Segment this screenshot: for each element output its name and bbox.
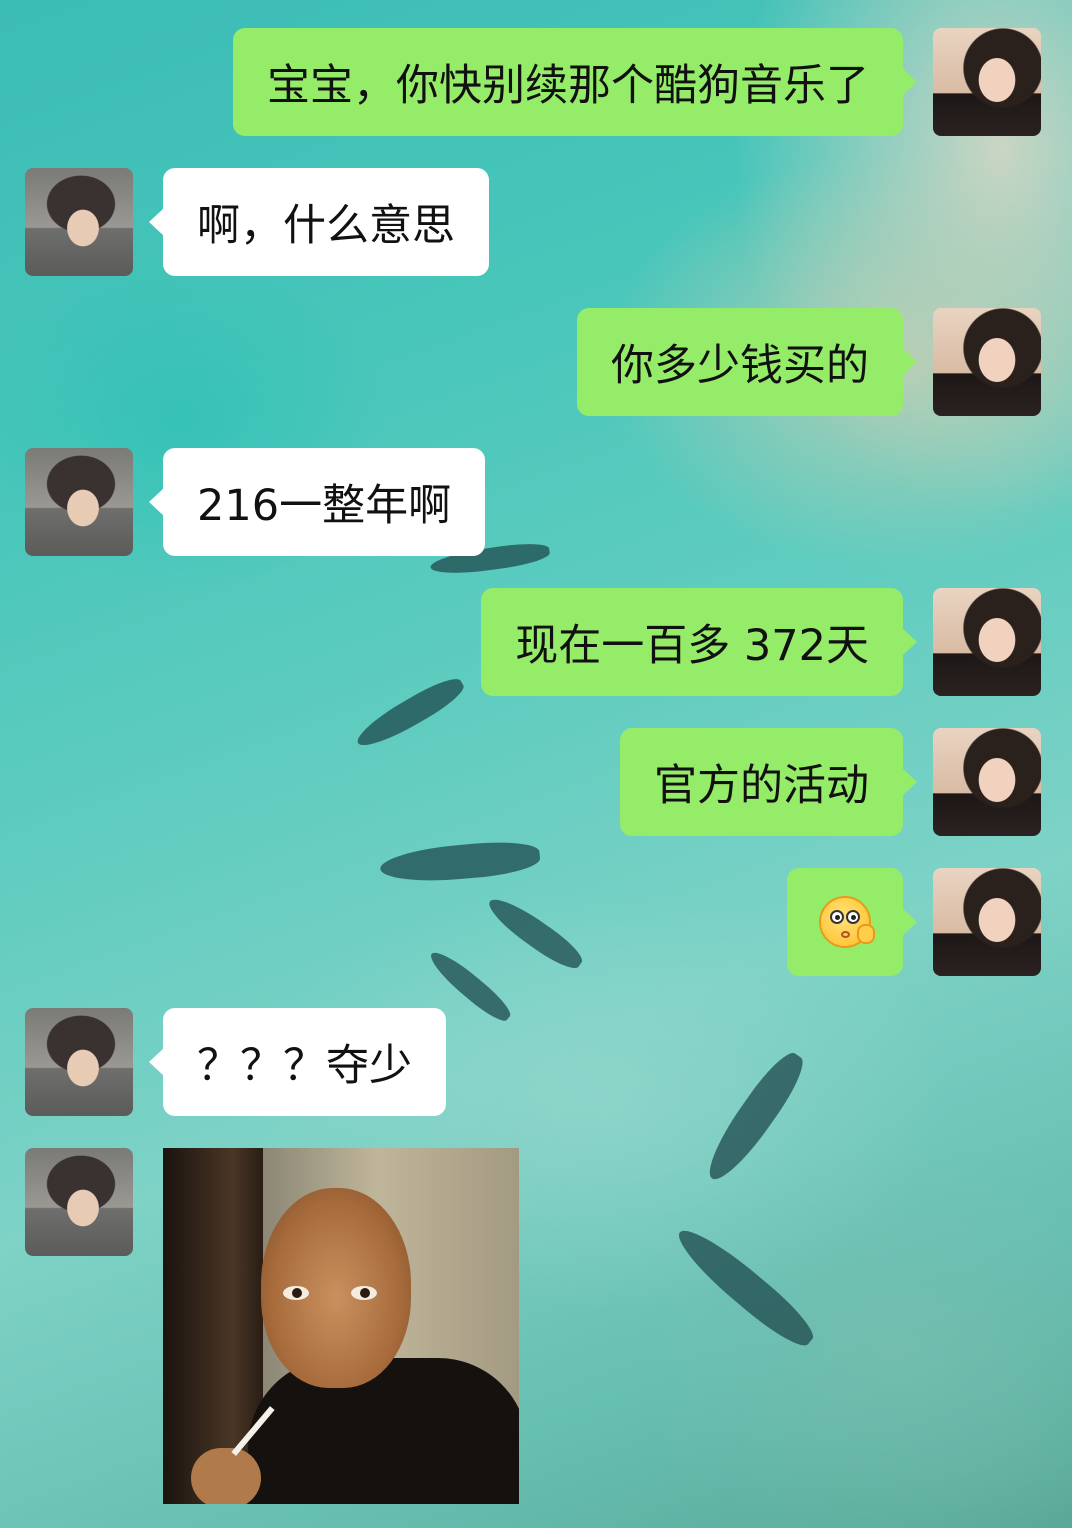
contact-avatar[interactable] [25,168,133,276]
message-row: 现在一百多 372天 [0,588,1072,696]
sender-avatar[interactable] [933,588,1041,696]
received-message-bubble[interactable]: 啊，什么意思 [149,168,489,276]
contact-avatar[interactable] [25,1008,133,1116]
sender-avatar[interactable] [933,308,1041,416]
message-row: 216一整年啊 [0,448,1072,556]
message-row: 宝宝，你快别续那个酷狗音乐了 [0,28,1072,136]
message-text: 现在一百多 372天 [515,621,869,671]
message-row [0,868,1072,976]
message-text: 你多少钱买的 [611,341,869,391]
sent-message-bubble[interactable]: 官方的活动 [620,728,917,836]
sent-emoji-bubble[interactable] [787,868,917,976]
sent-message-bubble[interactable]: 你多少钱买的 [577,308,917,416]
message-row: 你多少钱买的 [0,308,1072,416]
message-row: 官方的活动 [0,728,1072,836]
received-message-bubble[interactable]: 216一整年啊 [148,448,486,556]
sender-avatar[interactable] [933,728,1041,836]
contact-avatar[interactable] [25,448,133,556]
sent-message-bubble[interactable]: 现在一百多 372天 [481,588,917,696]
sent-message-bubble[interactable]: 宝宝，你快别续那个酷狗音乐了 [233,28,917,136]
message-text: ？？？夺少 [197,1041,412,1091]
message-row: 啊，什么意思 [0,168,1072,276]
message-text: 宝宝，你快别续那个酷狗音乐了 [267,61,869,111]
sender-avatar[interactable] [933,28,1041,136]
message-row [0,1148,1072,1504]
peeking-face-emoji-icon [819,896,875,948]
contact-avatar[interactable] [25,1148,133,1256]
man-smoking-sticker[interactable] [163,1148,519,1504]
message-row: ？？？夺少 [0,1008,1072,1116]
message-text: 啊，什么意思 [197,201,455,251]
message-text: 官方的活动 [654,761,869,811]
received-message-bubble[interactable]: ？？？夺少 [149,1008,446,1116]
sender-avatar[interactable] [933,868,1041,976]
message-text: 216一整年啊 [197,481,452,531]
